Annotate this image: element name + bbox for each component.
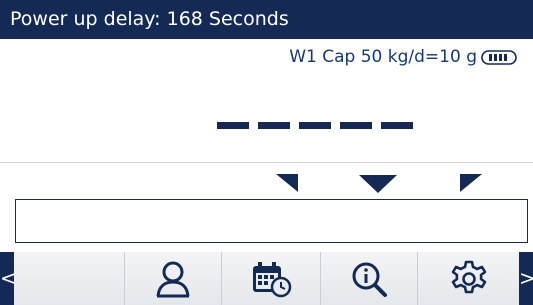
battery-icon <box>481 50 517 65</box>
scroll-left-button[interactable]: < <box>0 252 17 305</box>
weight-value-dashes <box>217 122 413 130</box>
user-button[interactable] <box>125 252 221 305</box>
dash-segment <box>340 122 372 129</box>
dash-segment <box>299 122 331 129</box>
softkey-empty <box>14 252 124 305</box>
gear-icon <box>451 260 486 293</box>
indicator-triangle-left <box>276 174 298 192</box>
calendar-clock-icon <box>253 261 292 297</box>
calendar-button[interactable] <box>222 252 320 305</box>
status-message: Power up delay: 168 Seconds <box>10 8 289 30</box>
entry-field[interactable] <box>15 199 528 243</box>
user-icon <box>156 261 190 297</box>
scale-info-line: W1 Cap 50 kg/d=10 g <box>0 40 533 74</box>
dash-segment <box>258 122 290 129</box>
setup-button[interactable] <box>418 252 519 305</box>
softkey-bar: < > <box>0 252 533 305</box>
info-recall-icon <box>352 262 387 297</box>
scroll-right-button[interactable]: > <box>519 252 533 305</box>
dash-segment <box>381 122 413 129</box>
indicator-triangle-right <box>460 174 482 192</box>
status-bar: Power up delay: 168 Seconds <box>0 0 533 39</box>
indicator-triangle-center <box>359 175 397 193</box>
capacity-label: W1 Cap 50 kg/d=10 g <box>289 47 477 67</box>
dash-segment <box>217 122 249 129</box>
weight-display <box>0 74 533 162</box>
info-recall-button[interactable] <box>321 252 417 305</box>
divider <box>0 162 533 163</box>
